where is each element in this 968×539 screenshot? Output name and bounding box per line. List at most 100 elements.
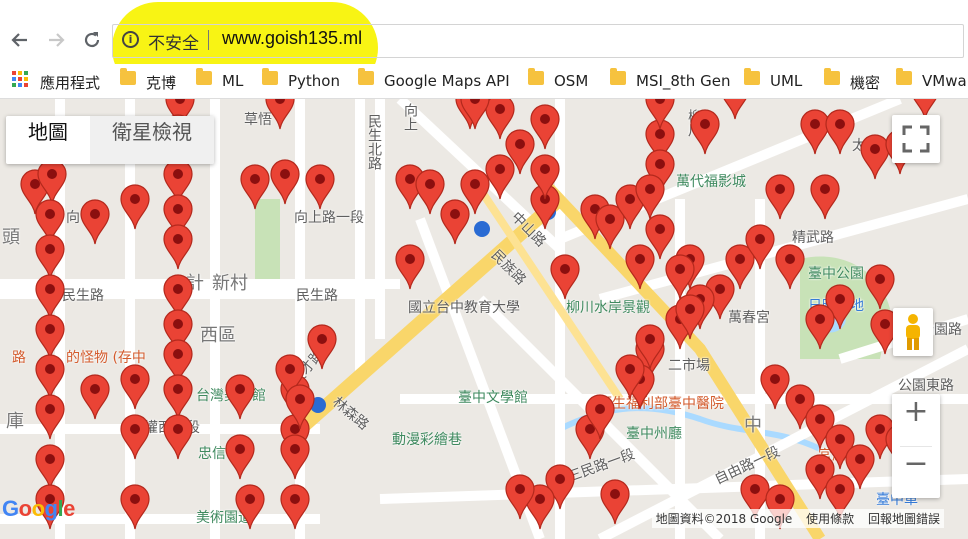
label-monster-road: 路 [12, 350, 26, 366]
map-marker-icon[interactable] [224, 374, 256, 424]
map-marker-icon[interactable] [162, 224, 194, 274]
map-type-control: 地圖 衛星檢視 [6, 116, 214, 164]
map-marker-icon[interactable] [634, 174, 666, 224]
map-marker-icon[interactable] [864, 264, 896, 314]
security-label: 不安全 [148, 34, 199, 54]
map-marker-icon[interactable] [549, 254, 581, 304]
label-ku: 庫 [6, 411, 24, 432]
map-type-satellite-button[interactable]: 衛星檢視 [90, 116, 214, 164]
zoom-in-button[interactable]: + [892, 394, 940, 446]
map-attribution: 地圖資料©2018 Google 使用條款 回報地圖錯誤 [651, 509, 944, 528]
map-marker-icon[interactable] [824, 109, 856, 159]
map-marker-icon[interactable] [279, 484, 311, 534]
map-marker-icon[interactable] [119, 484, 151, 534]
map-marker-icon[interactable] [234, 484, 266, 534]
label-zhong: 中 [744, 415, 762, 436]
map-marker-icon[interactable] [284, 384, 316, 434]
google-map[interactable]: 草悟 民生北路 向上路一段 向 頭 新村 計 民生路 民生路 西區 路 的怪物 … [0, 99, 968, 539]
bookmark-vmware[interactable]: VMwa [922, 72, 967, 90]
map-marker-icon[interactable] [804, 304, 836, 354]
map-marker-icon[interactable] [119, 364, 151, 414]
map-marker-icon[interactable] [599, 479, 631, 529]
label-taichung-park: 臺中公園 [808, 266, 864, 282]
bookmark-ml[interactable]: ML [222, 72, 243, 90]
map-marker-icon[interactable] [764, 174, 796, 224]
label-xiangshang-2: 向上 [402, 103, 418, 131]
folder-icon [896, 68, 912, 85]
pegman-icon [906, 314, 920, 350]
map-marker-icon[interactable] [239, 164, 271, 214]
report-error-link[interactable]: 回報地圖錯誤 [868, 512, 940, 526]
back-arrow-icon[interactable] [6, 26, 34, 54]
map-marker-icon[interactable] [504, 474, 536, 524]
map-marker-icon[interactable] [269, 159, 301, 209]
map-marker-icon[interactable] [634, 324, 666, 374]
bookmark-apps[interactable]: 應用程式 [40, 72, 100, 93]
map-marker-icon[interactable] [664, 254, 696, 304]
map-marker-icon[interactable] [162, 414, 194, 464]
folder-icon [744, 68, 760, 85]
label-zhongxin: 忠信 [198, 446, 226, 462]
url-text[interactable]: www.goish135.ml [222, 28, 362, 49]
map-marker-icon[interactable] [34, 394, 66, 444]
map-marker-icon[interactable] [279, 434, 311, 484]
label-city-hall: 臺中州廳 [626, 426, 682, 442]
bookmark-python[interactable]: Python [288, 72, 340, 90]
bookmark-uml[interactable]: UML [770, 72, 802, 90]
map-marker-icon[interactable] [119, 414, 151, 464]
map-marker-icon[interactable] [304, 164, 336, 214]
bookmark-google-maps-api[interactable]: Google Maps API [384, 72, 510, 90]
label-second-market: 二市場 [668, 358, 710, 374]
label-gongyuan: 公園東路 [898, 378, 954, 394]
map-marker-icon[interactable] [689, 109, 721, 159]
map-marker-icon[interactable] [529, 104, 561, 154]
map-marker-icon[interactable] [79, 199, 111, 249]
folder-icon [262, 68, 278, 85]
google-logo: Google [2, 496, 75, 521]
street-view-pegman-button[interactable] [893, 308, 933, 356]
forward-arrow-icon[interactable] [42, 26, 70, 54]
map-marker-icon[interactable] [624, 244, 656, 294]
bookmark-osm[interactable]: OSM [554, 72, 588, 90]
terms-link[interactable]: 使用條款 [806, 512, 854, 526]
fullscreen-button[interactable] [892, 115, 940, 163]
bookmark-secret[interactable]: 機密 [850, 72, 880, 93]
map-marker-icon[interactable] [584, 394, 616, 444]
map-marker-icon[interactable] [394, 244, 426, 294]
folder-icon [196, 68, 212, 85]
map-marker-icon[interactable] [119, 184, 151, 234]
reload-icon[interactable] [78, 26, 106, 54]
bookmark-msi[interactable]: MSI_8th Gen [636, 72, 730, 90]
label-west-district: 西區 [200, 325, 236, 346]
map-marker-icon[interactable] [744, 224, 776, 274]
folder-icon [358, 68, 374, 85]
folder-icon [610, 68, 626, 85]
map-marker-icon[interactable] [79, 374, 111, 424]
map-marker-icon[interactable] [264, 99, 296, 134]
map-marker-icon[interactable] [224, 434, 256, 484]
map-marker-icon[interactable] [774, 244, 806, 294]
folder-icon [824, 68, 840, 85]
map-marker-icon[interactable] [306, 324, 338, 374]
map-type-map-button[interactable]: 地圖 [6, 116, 90, 164]
zoom-divider [900, 446, 932, 447]
address-separator [208, 30, 209, 50]
map-marker-icon[interactable] [719, 99, 751, 124]
label-minsheng-1: 民生路 [62, 288, 104, 304]
fullscreen-icon [902, 125, 930, 153]
label-wanhua: 萬代福影城 [676, 174, 746, 190]
zoom-out-button[interactable]: − [892, 446, 940, 498]
label-minsheng-2: 民生路 [296, 288, 338, 304]
folder-icon [528, 68, 544, 85]
attribution-data: 地圖資料©2018 Google [655, 512, 793, 526]
info-icon[interactable]: i [122, 31, 139, 48]
apps-grid-icon[interactable] [12, 71, 28, 87]
folder-icon [120, 68, 136, 85]
label-comics: 動漫彩繪巷 [392, 432, 462, 448]
label-jianxin: 新村 [212, 273, 248, 294]
map-marker-icon[interactable] [459, 99, 491, 134]
map-marker-icon[interactable] [644, 99, 676, 134]
map-marker-icon[interactable] [529, 154, 561, 204]
bookmark-kebo[interactable]: 克博 [146, 72, 176, 93]
map-marker-icon[interactable] [809, 174, 841, 224]
